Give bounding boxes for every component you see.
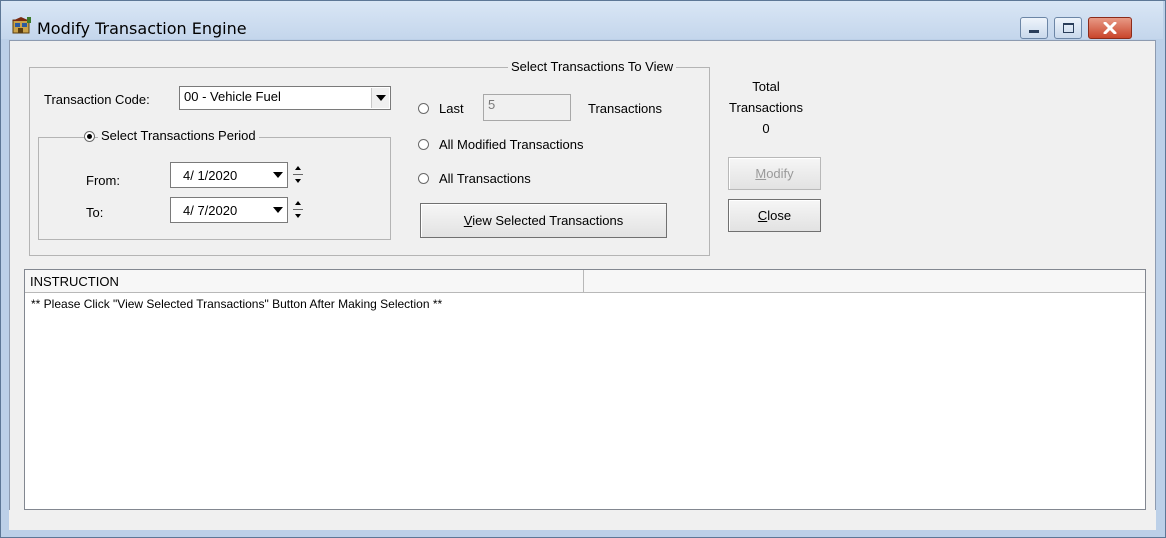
to-date-picker[interactable]: 4/ 7/2020 <box>170 197 288 223</box>
spin-down-icon[interactable] <box>291 210 305 222</box>
period-group <box>38 137 391 240</box>
to-date-value: 4/ 7/2020 <box>183 203 238 218</box>
spin-up-icon[interactable] <box>291 162 305 174</box>
modify-button[interactable]: Modify <box>728 157 821 190</box>
list-header: INSTRUCTION <box>25 270 1145 293</box>
spin-up-icon[interactable] <box>291 197 305 209</box>
all-modified-radio[interactable] <box>418 139 429 150</box>
window-title: Modify Transaction Engine <box>37 19 247 38</box>
restore-icon <box>1062 23 1074 33</box>
transaction-code-dropdown[interactable]: 00 - Vehicle Fuel <box>179 86 391 110</box>
from-date-value: 4/ 1/2020 <box>183 168 238 183</box>
transaction-code-label: Transaction Code: <box>44 92 150 107</box>
modify-label: Modify <box>755 166 794 181</box>
from-date-spinner[interactable] <box>291 162 305 188</box>
maximize-button[interactable] <box>1054 17 1082 39</box>
period-radio[interactable] <box>84 131 95 142</box>
from-label: From: <box>86 173 120 188</box>
minimize-button[interactable] <box>1020 17 1048 39</box>
from-date-picker[interactable]: 4/ 1/2020 <box>170 162 288 188</box>
transactions-total-label: Transactions <box>729 100 803 115</box>
app-icon <box>12 17 32 35</box>
close-button[interactable]: Close <box>728 199 821 232</box>
last-count-input[interactable]: 5 <box>483 94 571 121</box>
close-label: Close <box>757 208 792 223</box>
last-label: Last <box>439 101 464 116</box>
transaction-code-value: 00 - Vehicle Fuel <box>184 89 281 104</box>
to-date-dropdown[interactable] <box>269 199 286 221</box>
total-count: 0 <box>762 121 770 136</box>
all-transactions-radio[interactable] <box>418 173 429 184</box>
close-icon <box>1103 22 1117 34</box>
to-date-spinner[interactable] <box>291 197 305 223</box>
all-transactions-label: All Transactions <box>439 171 531 186</box>
column-header-instruction[interactable]: INSTRUCTION <box>25 270 584 292</box>
select-transactions-title: Select Transactions To View <box>508 59 677 74</box>
list-item[interactable]: ** Please Click "View Selected Transacti… <box>31 297 442 311</box>
total-label: Total <box>752 79 780 94</box>
chevron-down-icon <box>375 95 386 101</box>
minimize-icon <box>1029 29 1039 33</box>
dropdown-arrow-button[interactable] <box>371 88 389 108</box>
view-selected-transactions-label: View Selected Transactions <box>463 213 624 228</box>
period-title: Select Transactions Period <box>98 128 259 143</box>
app-window: Modify Transaction Engine Select Transac… <box>0 0 1166 538</box>
transactions-label: Transactions <box>588 101 662 116</box>
title-bar[interactable]: Modify Transaction Engine <box>1 1 1163 39</box>
total-transactions-panel: Total Transactions 0 <box>712 76 820 139</box>
view-selected-transactions-button[interactable]: View Selected Transactions <box>420 203 667 238</box>
spin-down-icon[interactable] <box>291 175 305 187</box>
last-radio[interactable] <box>418 103 429 114</box>
chevron-down-icon <box>272 172 283 178</box>
close-window-button[interactable] <box>1088 17 1132 39</box>
all-modified-label: All Modified Transactions <box>439 137 584 152</box>
status-strip <box>9 510 1156 530</box>
instruction-list[interactable]: INSTRUCTION ** Please Click "View Select… <box>24 269 1146 510</box>
chevron-down-icon <box>272 207 283 213</box>
to-label: To: <box>86 205 104 220</box>
from-date-dropdown[interactable] <box>269 164 286 186</box>
